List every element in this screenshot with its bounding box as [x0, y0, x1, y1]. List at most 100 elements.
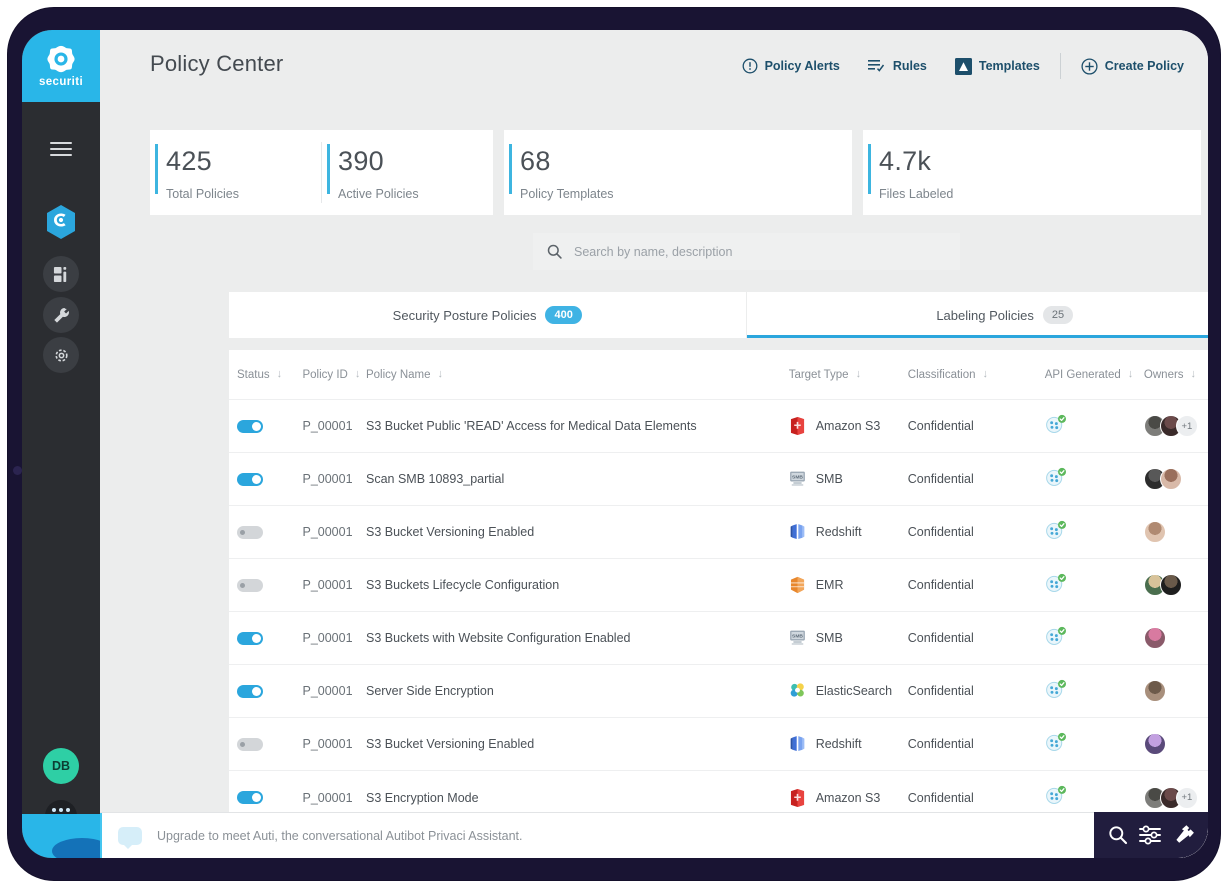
- cell-policy-name[interactable]: S3 Buckets with Website Configuration En…: [366, 631, 789, 645]
- table-row[interactable]: P_00001 S3 Bucket Versioning Enabled Redsh…: [229, 506, 1208, 559]
- status-toggle[interactable]: [237, 472, 263, 486]
- cell-policy-name[interactable]: S3 Buckets Lifecycle Configuration: [366, 578, 789, 592]
- avatar[interactable]: [1143, 680, 1166, 702]
- owners-overflow-badge[interactable]: +1: [1175, 786, 1198, 809]
- policies-table: Status ↓ Policy ID ↓ Policy Name ↓ Targe…: [229, 350, 1208, 823]
- sidebar-item-settings[interactable]: [43, 337, 79, 373]
- cell-owners: [1143, 574, 1208, 596]
- cell-status: [237, 525, 302, 539]
- stat-card-group-1: 425 Total Policies 390 Active Policies: [150, 130, 493, 215]
- avatar[interactable]: [1143, 521, 1166, 543]
- cell-owners: +1: [1143, 786, 1208, 809]
- policy-alerts-button[interactable]: Policy Alerts: [728, 58, 854, 74]
- table-row[interactable]: P_00001 S3 Buckets Lifecycle Configuratio…: [229, 559, 1208, 612]
- cell-classification: Confidential: [907, 419, 974, 433]
- tab-label: Labeling Policies: [936, 307, 1034, 323]
- rules-button[interactable]: Rules: [854, 59, 941, 73]
- api-generated-icon: [1045, 520, 1066, 539]
- column-label: Classification: [907, 368, 976, 381]
- status-toggle[interactable]: [237, 684, 263, 698]
- status-toggle[interactable]: [237, 525, 263, 539]
- table-row[interactable]: P_00001 S3 Buckets with Website Configura…: [229, 612, 1208, 665]
- cell-target-type: SMB SMB: [789, 629, 908, 647]
- api-generated-icon: [1045, 467, 1066, 486]
- cell-owners: [1143, 521, 1208, 543]
- sort-icon: ↓: [1190, 368, 1197, 380]
- column-header-classification[interactable]: Classification ↓: [908, 369, 1045, 381]
- table-row[interactable]: P_00001 S3 Bucket Versioning Enabled Redsh…: [229, 718, 1208, 771]
- column-header-status[interactable]: Status ↓: [237, 369, 302, 381]
- cell-policy-name[interactable]: S3 Bucket Versioning Enabled: [366, 737, 789, 751]
- stat-value: 4.7k: [879, 146, 932, 176]
- cell-classification: Confidential: [907, 472, 974, 486]
- brand-logo[interactable]: securiti: [22, 30, 100, 102]
- search-icon: [547, 244, 562, 259]
- table-row[interactable]: P_00001 S3 Bucket Public 'READ' Access fo…: [229, 400, 1208, 453]
- column-header-api-generated[interactable]: API Generated ↓: [1045, 369, 1144, 381]
- column-header-policy-name[interactable]: Policy Name ↓: [366, 369, 789, 381]
- cell-policy-name[interactable]: S3 Encryption Mode: [366, 791, 789, 805]
- plus-circle-icon: [1081, 57, 1098, 75]
- api-generated-icon: [1045, 626, 1066, 645]
- sidebar-item-tools[interactable]: [43, 297, 79, 333]
- device-side-dot: [13, 466, 22, 475]
- cell-policy-id: P_00001: [302, 631, 353, 645]
- smb-icon: SMB: [789, 630, 805, 645]
- search-input[interactable]: Search by name, description: [574, 245, 732, 259]
- sidebar-item-dashboard[interactable]: [43, 256, 79, 292]
- tab-labeling-policies[interactable]: Labeling Policies 25: [745, 292, 1208, 338]
- search-bar[interactable]: Search by name, description: [533, 233, 960, 270]
- cell-policy-name[interactable]: S3 Bucket Versioning Enabled: [366, 525, 789, 539]
- table-row[interactable]: P_00001 Server Side Encryption ElasticSear…: [229, 665, 1208, 718]
- avatar[interactable]: [1143, 627, 1166, 649]
- bottom-search-button[interactable]: [1107, 824, 1129, 846]
- api-generated-icon: [1045, 679, 1066, 698]
- owners-overflow-badge[interactable]: +1: [1175, 415, 1198, 437]
- bottom-bar: Upgrade to meet Auti, the conversational…: [100, 812, 1208, 858]
- cell-target-type: Amazon S3: [789, 417, 908, 435]
- tab-count-badge: 400: [545, 306, 582, 324]
- avatar[interactable]: [1143, 733, 1166, 755]
- amazon-s3-icon: [790, 417, 804, 435]
- status-toggle[interactable]: [237, 737, 263, 751]
- bottom-toolbar: [1094, 812, 1208, 858]
- sidebar-item-home[interactable]: [43, 204, 79, 240]
- redshift-icon: [790, 736, 805, 752]
- avatar[interactable]: [1159, 468, 1182, 490]
- tab-security-posture-policies[interactable]: Security Posture Policies 400: [229, 292, 746, 338]
- stat-value: 390: [338, 146, 384, 176]
- wrench-icon: [53, 307, 69, 323]
- avatar[interactable]: [1159, 574, 1182, 596]
- sidebar-user-avatar[interactable]: DB: [43, 748, 79, 784]
- table-row[interactable]: P_00001 Scan SMB 10893_partial SMB SMB Confi…: [229, 453, 1208, 506]
- cell-policy-id: P_00001: [302, 737, 353, 751]
- stats-row: 425 Total Policies 390 Active Policies 6…: [150, 130, 1201, 215]
- stat-label: Files Labeled: [879, 187, 954, 201]
- status-toggle[interactable]: [237, 578, 263, 592]
- status-toggle[interactable]: [237, 631, 263, 645]
- column-header-target-type[interactable]: Target Type ↓: [789, 369, 908, 381]
- bottom-build-button[interactable]: [1172, 824, 1195, 847]
- cell-policy-name[interactable]: Server Side Encryption: [366, 684, 789, 698]
- create-policy-label: Create Policy: [1104, 59, 1184, 73]
- hamburger-icon[interactable]: [50, 142, 72, 156]
- create-policy-button[interactable]: Create Policy: [1067, 57, 1198, 75]
- cell-status: [237, 578, 302, 592]
- templates-button[interactable]: Templates: [941, 57, 1054, 75]
- cell-policy-id: P_00001: [302, 419, 353, 433]
- target-type-label: Amazon S3: [815, 790, 881, 805]
- stat-policy-templates: 68 Policy Templates: [504, 130, 852, 215]
- bottom-filters-button[interactable]: [1138, 824, 1162, 846]
- column-header-owners[interactable]: Owners ↓: [1144, 369, 1208, 381]
- stat-active-policies: 390 Active Policies: [322, 130, 493, 215]
- cell-api-generated: [1045, 573, 1144, 598]
- cell-policy-name[interactable]: Scan SMB 10893_partial: [366, 472, 789, 486]
- cell-policy-name[interactable]: S3 Bucket Public 'READ' Access for Medic…: [366, 419, 789, 433]
- policy-tabs: Security Posture Policies 400 Labeling P…: [229, 292, 1208, 338]
- hexagon-home-icon: [47, 205, 75, 239]
- status-toggle[interactable]: [237, 419, 263, 433]
- svg-text:SMB: SMB: [792, 475, 803, 481]
- smb-icon: SMB: [789, 471, 805, 486]
- column-header-policy-id[interactable]: Policy ID ↓: [302, 369, 366, 381]
- status-toggle[interactable]: [237, 791, 263, 804]
